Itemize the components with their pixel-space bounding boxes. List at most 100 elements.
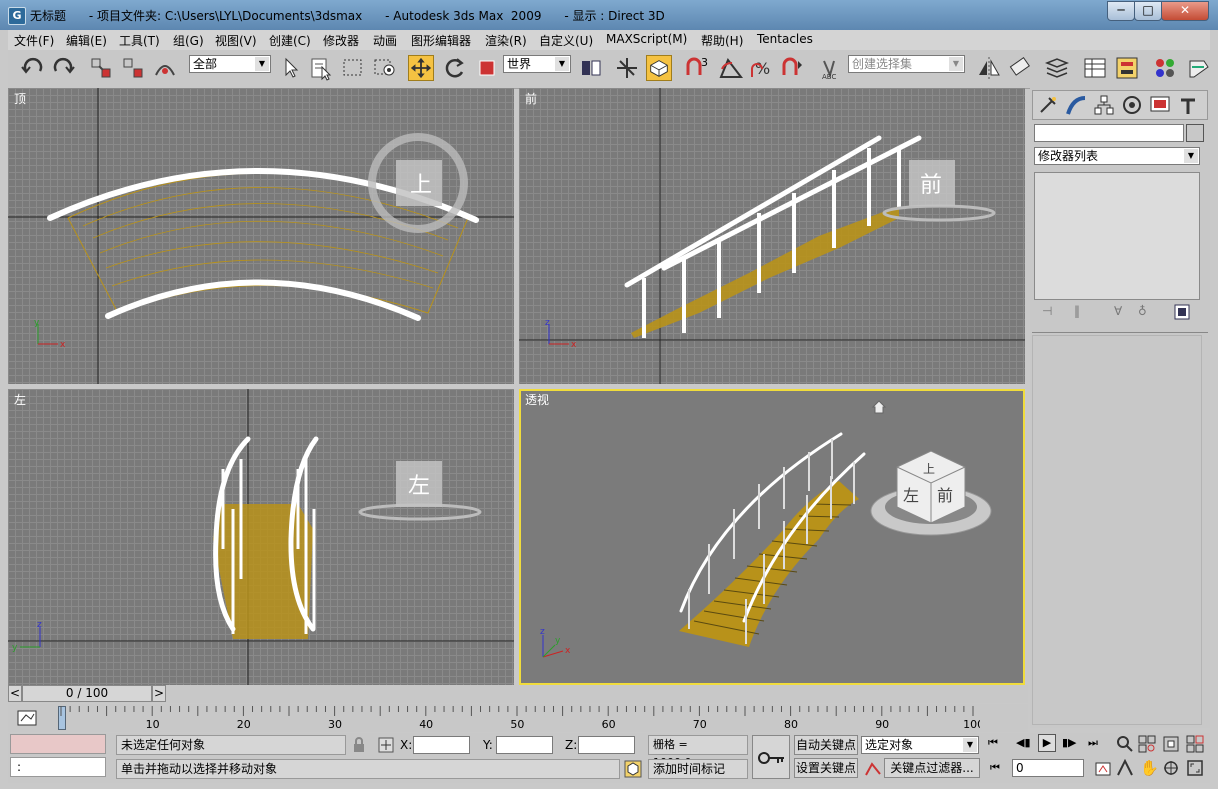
time-tag-icon[interactable]: [624, 760, 642, 778]
rectangular-selection-icon[interactable]: [340, 55, 366, 81]
viewport-label[interactable]: 前: [525, 90, 537, 107]
viewport-top[interactable]: 上 顶 y x: [8, 88, 514, 384]
zoom-extents-icon[interactable]: [1162, 735, 1180, 753]
time-configuration-icon[interactable]: [1094, 760, 1112, 778]
material-editor-icon[interactable]: [1152, 55, 1178, 81]
time-slider-thumb[interactable]: 0 / 100: [22, 685, 152, 702]
redo-icon[interactable]: [50, 55, 76, 81]
menu-group[interactable]: 组(G): [173, 32, 204, 49]
layer-manager-icon[interactable]: [1044, 55, 1070, 81]
zoom-all-icon[interactable]: [1138, 735, 1156, 753]
select-and-scale-icon[interactable]: [474, 55, 500, 81]
modify-tab-icon[interactable]: [1065, 94, 1087, 116]
object-name-field[interactable]: [1034, 124, 1184, 142]
minimize-button[interactable]: ─: [1107, 1, 1135, 21]
menu-customize[interactable]: 自定义(U): [539, 32, 593, 49]
keyboard-shortcut-override-icon[interactable]: [646, 55, 672, 81]
play-icon[interactable]: ▶: [1038, 734, 1056, 752]
spinner-snap-icon[interactable]: [780, 55, 806, 81]
manipulate-icon[interactable]: [614, 55, 640, 81]
maxscript-mini-listener-output[interactable]: [10, 734, 106, 754]
reference-coordinate-dropdown[interactable]: 世界 ▼: [503, 55, 571, 73]
maximize-viewport-icon[interactable]: [1186, 759, 1204, 777]
undo-icon[interactable]: [20, 55, 46, 81]
key-tangent-icon[interactable]: [864, 760, 882, 778]
select-and-rotate-icon[interactable]: [442, 55, 468, 81]
menu-create[interactable]: 创建(C): [269, 32, 311, 49]
display-tab-icon[interactable]: [1149, 94, 1171, 116]
next-frame-icon[interactable]: ▮▶: [1062, 736, 1077, 749]
show-end-result-icon[interactable]: ‖: [1074, 304, 1080, 318]
time-slider-prev-button[interactable]: <: [8, 685, 22, 702]
maxscript-mini-listener-input[interactable]: :: [10, 757, 106, 777]
zoom-extents-all-icon[interactable]: [1186, 735, 1204, 753]
curve-editor-icon[interactable]: [1082, 55, 1108, 81]
pan-view-icon[interactable]: ✋: [1140, 759, 1159, 777]
menu-rendering[interactable]: 渲染(R): [485, 32, 527, 49]
link-icon[interactable]: [88, 55, 114, 81]
go-to-start-icon[interactable]: ⏮: [988, 736, 998, 750]
select-object-icon[interactable]: [278, 55, 304, 81]
make-unique-icon[interactable]: ∀: [1114, 304, 1122, 318]
viewport-label[interactable]: 顶: [14, 90, 26, 107]
pin-stack-icon[interactable]: ⊣: [1042, 304, 1052, 318]
unlink-icon[interactable]: [120, 55, 146, 81]
time-slider-next-button[interactable]: >: [152, 685, 166, 702]
viewport-label[interactable]: 透视: [525, 391, 549, 408]
go-to-end-icon[interactable]: ⏭: [1088, 736, 1098, 750]
zoom-icon[interactable]: [1116, 735, 1134, 753]
z-coord-field[interactable]: [578, 736, 635, 754]
add-time-tag-button[interactable]: 添加时间标记: [648, 759, 748, 779]
close-button[interactable]: ✕: [1161, 1, 1209, 21]
x-coord-field[interactable]: [413, 736, 470, 754]
menu-help[interactable]: 帮助(H): [701, 32, 743, 49]
track-bar[interactable]: 10 20 30 40 50 60 70 80 90 100: [8, 704, 1028, 732]
modifier-list-dropdown[interactable]: 修改器列表 ▼: [1034, 147, 1200, 165]
align-icon[interactable]: [1008, 55, 1034, 81]
menu-file[interactable]: 文件(F): [14, 32, 54, 49]
bind-space-warp-icon[interactable]: [152, 55, 178, 81]
set-key-mode-button[interactable]: [752, 735, 790, 779]
orbit-icon[interactable]: [1162, 759, 1180, 777]
configure-modifier-sets-icon[interactable]: [1174, 304, 1190, 320]
motion-tab-icon[interactable]: [1121, 94, 1143, 116]
viewport-perspective[interactable]: 上 左 前 透视 z x y: [519, 389, 1025, 685]
absolute-mode-transform-icon[interactable]: [378, 737, 394, 753]
modifier-stack[interactable]: [1034, 172, 1200, 300]
viewport-left[interactable]: 左 左 z y: [8, 389, 514, 685]
app-icon[interactable]: G: [8, 7, 26, 25]
create-tab-icon[interactable]: [1037, 94, 1059, 116]
object-color-swatch[interactable]: [1186, 124, 1204, 142]
utilities-tab-icon[interactable]: [1177, 94, 1199, 116]
key-mode-dropdown[interactable]: 选定对象 ▼: [861, 736, 979, 754]
menu-tools[interactable]: 工具(T): [119, 32, 160, 49]
render-setup-icon[interactable]: [1186, 55, 1212, 81]
select-and-move-icon[interactable]: [408, 55, 434, 81]
menu-modifiers[interactable]: 修改器: [323, 32, 359, 49]
previous-frame-icon[interactable]: ◀▮: [1016, 736, 1031, 749]
named-selection-sets-dropdown[interactable]: 创建选择集 ▼: [848, 55, 965, 73]
menu-graph-editors[interactable]: 图形编辑器: [411, 32, 471, 49]
edit-named-selection-icon[interactable]: ABC: [820, 55, 846, 81]
schematic-view-icon[interactable]: [1114, 55, 1140, 81]
menu-animation[interactable]: 动画: [373, 32, 397, 49]
percent-snap-icon[interactable]: %: [750, 55, 776, 81]
mirror-icon[interactable]: [976, 55, 1002, 81]
current-frame-field[interactable]: 0: [1012, 759, 1084, 777]
home-icon[interactable]: [871, 399, 887, 415]
key-filters-button[interactable]: 关键点过滤器...: [884, 758, 980, 778]
selection-filter-dropdown[interactable]: 全部 ▼: [189, 55, 271, 73]
pivot-center-icon[interactable]: [578, 55, 604, 81]
hierarchy-tab-icon[interactable]: [1093, 94, 1115, 116]
window-crossing-icon[interactable]: [372, 55, 398, 81]
menu-tentacles[interactable]: Tentacles: [757, 32, 813, 46]
snaps-toggle-icon[interactable]: 3: [684, 55, 710, 81]
select-by-name-icon[interactable]: [308, 55, 334, 81]
field-of-view-icon[interactable]: [1116, 759, 1134, 777]
viewport-front[interactable]: 前 前 z x: [519, 88, 1025, 384]
angle-snap-icon[interactable]: [718, 55, 744, 81]
y-coord-field[interactable]: [496, 736, 553, 754]
menu-edit[interactable]: 编辑(E): [66, 32, 107, 49]
menu-maxscript[interactable]: MAXScript(M): [606, 32, 687, 46]
remove-modifier-icon[interactable]: ♁: [1138, 304, 1147, 318]
